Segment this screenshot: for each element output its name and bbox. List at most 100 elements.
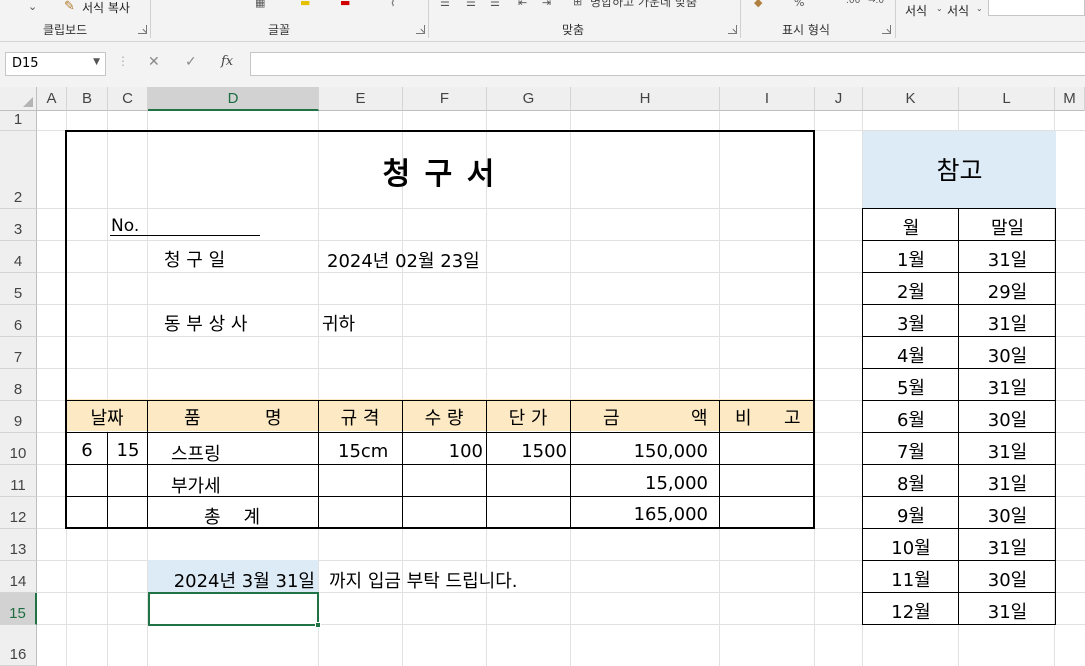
column-header-j[interactable]: J [815,87,863,111]
clipboard-group-label: 클립보드 [43,23,88,37]
chevron-down-icon[interactable]: ⌄ [936,4,943,13]
worksheet-grid[interactable]: 청 구 서 No. 청 구 일 2024년 02월 23일 동 부 상 사 귀하… [37,111,1085,666]
cancel-icon[interactable]: ✕ [148,54,160,70]
header-quantity: 수 량 [424,408,464,429]
ribbon: ⌄ ✎ 서식 복사 클립보드 ▦ ▬ ▬ ⌇ 글꼴 ☰ ☰ ☰ ⇤ ⇥ ⊞ 병합… [0,0,1085,42]
row-header-15[interactable]: 15 [0,593,37,625]
line-unit-price: 1500 [521,441,567,462]
row-header-8[interactable]: 8 [0,369,37,401]
recipient-honorific: 귀하 [322,314,356,335]
fill-color-icon[interactable]: ▬ [300,0,310,9]
row-header-5[interactable]: 5 [0,273,37,305]
reference-last-day: 30일 [987,346,1028,367]
column-header-b[interactable]: B [67,87,108,111]
row-header-14[interactable]: 14 [0,561,37,593]
column-header-c[interactable]: C [108,87,148,111]
insert-function-icon[interactable]: fx [221,54,233,69]
row-header-1[interactable]: 1 [0,111,37,131]
alignment-launcher-icon[interactable] [728,25,737,34]
column-header-e[interactable]: E [319,87,403,111]
table-row-line [65,400,814,401]
currency-icon[interactable]: ◆ [754,0,762,9]
row-header-2[interactable]: 2 [0,131,37,209]
row-header-6[interactable]: 6 [0,305,37,337]
reference-row-line [862,208,1056,209]
merge-center-button[interactable]: 병합하고 가운데 맞춤 [590,0,697,10]
column-header-l[interactable]: L [959,87,1055,111]
row-number: 1 [13,111,23,128]
column-header-g[interactable]: G [487,87,571,111]
align-right-icon[interactable]: ☰ [490,0,500,9]
header-item-2: 명 [265,408,282,429]
line-item: 스프링 [171,444,221,465]
line-quantity: 100 [448,441,483,462]
table-format-button[interactable]: 서식 [947,2,969,19]
reference-row-line [862,528,1056,529]
row-header-3[interactable]: 3 [0,209,37,241]
row-header-10[interactable]: 10 [0,433,37,465]
reference-last-day: 30일 [987,410,1028,431]
row-header-11[interactable]: 11 [0,465,37,497]
name-box-value: D15 [12,56,39,71]
chevron-down-icon[interactable]: ▼ [93,57,100,67]
due-message: 까지 입금 부탁 드립니다. [329,571,518,592]
increase-indent-icon[interactable]: ⇥ [542,0,551,9]
enter-icon[interactable]: ✓ [185,54,197,70]
conditional-format-button[interactable]: 서식 [905,2,927,19]
column-header-h[interactable]: H [571,87,720,111]
row-header-4[interactable]: 4 [0,241,37,273]
formula-input[interactable] [250,52,1085,76]
chevron-down-icon[interactable]: ⌄ [28,0,37,13]
reference-month: 9월 [896,506,925,527]
border-icon[interactable]: ▦ [255,0,265,9]
column-header-m[interactable]: M [1055,87,1085,111]
row-header-13[interactable]: 13 [0,529,37,561]
selected-cell[interactable] [148,592,319,626]
reference-last-day: 31일 [987,602,1028,623]
decrease-indent-icon[interactable]: ⇤ [518,0,527,9]
align-left-icon[interactable]: ☰ [440,0,450,9]
increase-decimal-icon[interactable]: .00 [846,0,860,6]
column-header-k[interactable]: K [863,87,959,111]
percent-icon[interactable]: % [794,0,804,9]
reference-last-day: 30일 [987,506,1028,527]
clipboard-launcher-icon[interactable] [138,25,147,34]
row-header-16[interactable]: 16 [0,625,37,666]
reference-last-day: 31일 [987,442,1028,463]
format-painter-icon[interactable]: ✎ [64,0,75,14]
reference-last-day: 30일 [987,570,1028,591]
font-launcher-icon[interactable] [416,25,425,34]
format-painter-button[interactable]: 서식 복사 [82,0,130,16]
gridline-vertical [719,111,720,666]
decrease-decimal-icon[interactable]: →.0 [868,0,884,6]
chevron-down-icon[interactable]: ⌄ [976,4,983,13]
group-divider [740,0,741,38]
row-number: 14 [9,573,27,590]
row-header-12[interactable]: 12 [0,497,37,529]
total-label: 총 계 [204,507,261,528]
align-center-icon[interactable]: ☰ [466,0,476,9]
row-header-7[interactable]: 7 [0,337,37,369]
row-number: 2 [13,189,23,206]
row-number: 15 [9,605,26,622]
invoice-border-right [813,130,815,529]
number-launcher-icon[interactable] [882,25,891,34]
column-header-a[interactable]: A [37,87,67,111]
reference-header-month: 월 [902,218,920,239]
cell-style-gallery[interactable] [988,0,1085,16]
font-color-icon[interactable]: ▬ [340,0,350,9]
column-header-i[interactable]: I [720,87,815,111]
reference-month: 7월 [896,442,925,463]
column-header-d[interactable]: D [148,87,319,111]
merge-icon[interactable]: ⊞ [573,0,582,8]
reference-header-last-day: 말일 [990,218,1025,239]
column-header-f[interactable]: F [403,87,487,111]
select-all-button[interactable] [0,87,37,111]
issue-date-label: 청 구 일 [164,250,226,271]
reference-row-line [862,240,1056,241]
recipient-name: 동 부 상 사 [164,314,248,335]
fill-handle[interactable] [315,622,321,628]
phonetic-icon[interactable]: ⌇ [390,0,395,9]
row-header-9[interactable]: 9 [0,401,37,433]
name-box[interactable]: D15 ▼ [5,52,106,76]
